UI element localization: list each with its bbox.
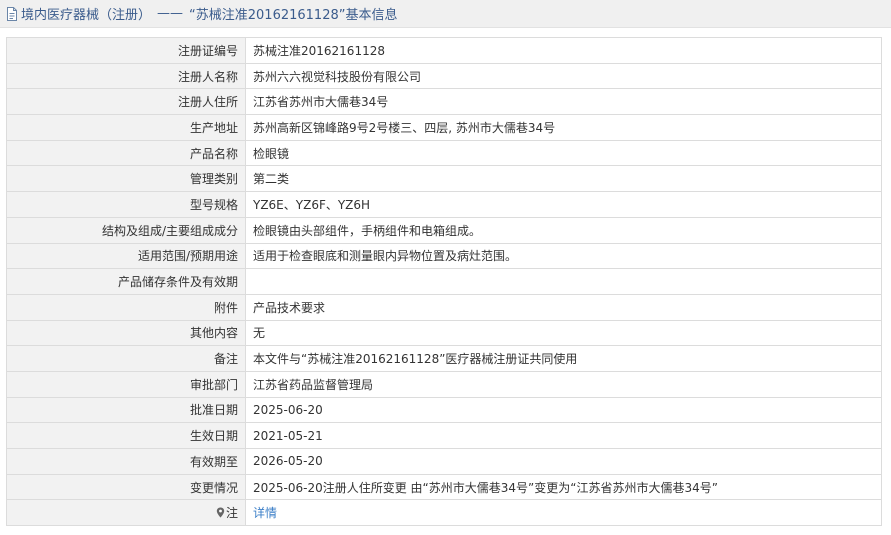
page-header: 境内医疗器械（注册） —— “苏械注准20162161128”基本信息 bbox=[0, 0, 891, 28]
field-value: 本文件与“苏械注准20162161128”医疗器械注册证共同使用 bbox=[245, 345, 882, 372]
table-row: 适用范围/预期用途 适用于检查眼底和测量眼内异物位置及病灶范围。 bbox=[6, 242, 882, 270]
field-label: 管理类别 bbox=[6, 165, 246, 193]
field-label: 审批部门 bbox=[6, 370, 246, 398]
table-row: 变更情况 2025-06-20注册人住所变更 由“苏州市大儒巷34号”变更为“江苏… bbox=[6, 473, 882, 501]
table-row: 管理类别 第二类 bbox=[6, 165, 882, 193]
field-label: 生产地址 bbox=[6, 114, 246, 141]
field-label: 注册证编号 bbox=[6, 37, 246, 64]
field-label: 注册人名称 bbox=[6, 62, 246, 90]
registration-info-table: 注册证编号 苏械注准20162161128 注册人名称 苏州六六视觉科技股份有限公司注… bbox=[6, 37, 882, 527]
field-value: 2021-05-21 bbox=[245, 422, 882, 449]
field-value: 适用于检查眼底和测量眼内异物位置及病灶范围。 bbox=[245, 242, 882, 270]
field-value: 检眼镜 bbox=[245, 139, 882, 167]
field-label: 适用范围/预期用途 bbox=[6, 242, 246, 270]
field-value: 江苏省药品监督管理局 bbox=[245, 370, 882, 398]
table-row: 其他内容无 bbox=[6, 319, 882, 347]
table-row: 产品名称 检眼镜 bbox=[6, 139, 882, 167]
table-row: 注册证编号 苏械注准20162161128 bbox=[6, 37, 882, 64]
field-value: 苏械注准20162161128 bbox=[245, 37, 882, 64]
table-row: 附件 产品技术要求 bbox=[6, 293, 882, 321]
header-title: “苏械注准20162161128”基本信息 bbox=[189, 8, 398, 23]
field-value: 2026-05-20 bbox=[245, 448, 882, 475]
table-row: 注册人住所 江苏省苏州市大儒巷34号 bbox=[6, 88, 882, 116]
field-value: 第二类 bbox=[245, 165, 882, 193]
field-label: 附件 bbox=[6, 293, 246, 321]
field-value: 苏州六六视觉科技股份有限公司 bbox=[245, 62, 882, 90]
field-value: 苏州高新区锦峰路9号2号楼三、四层, 苏州市大儒巷34号 bbox=[245, 114, 882, 141]
table-row: 型号规格 YZ6E、YZ6F、YZ6H bbox=[6, 191, 882, 218]
detail-link[interactable]: 详情 bbox=[253, 506, 277, 520]
table-row: 备注 本文件与“苏械注准20162161128”医疗器械注册证共同使用 bbox=[6, 345, 882, 372]
field-value: 产品技术要求 bbox=[245, 293, 882, 321]
note-value-cell: 详情 bbox=[245, 499, 882, 527]
header-category: 境内医疗器械（注册） bbox=[21, 8, 152, 23]
table-row: 结构及组成/主要组成成分 检眼镜由头部组件，手柄组件和电箱组成。 bbox=[6, 216, 882, 244]
field-label: 结构及组成/主要组成成分 bbox=[6, 216, 246, 244]
table-row: 生产地址 苏州高新区锦峰路9号2号楼三、四层, 苏州市大儒巷34号 bbox=[6, 114, 882, 141]
field-label: 有效期至 bbox=[6, 448, 246, 475]
field-label: 产品储存条件及有效期 bbox=[6, 268, 246, 295]
field-value: 江苏省苏州市大儒巷34号 bbox=[245, 88, 882, 116]
note-label: 注 bbox=[225, 506, 238, 521]
note-label-cell: 注 bbox=[6, 499, 246, 527]
field-value: YZ6E、YZ6F、YZ6H bbox=[245, 191, 882, 218]
field-value: 无 bbox=[245, 319, 882, 347]
field-label: 备注 bbox=[6, 345, 246, 372]
field-label: 注册人住所 bbox=[6, 88, 246, 116]
field-label: 产品名称 bbox=[6, 139, 246, 167]
field-label: 变更情况 bbox=[6, 473, 246, 501]
field-value bbox=[245, 268, 882, 295]
field-value: 2025-06-20 bbox=[245, 396, 882, 424]
table-row: 生效日期 2021-05-21 bbox=[6, 422, 882, 449]
header-separator: —— bbox=[157, 6, 184, 21]
field-label: 批准日期 bbox=[6, 396, 246, 424]
field-label: 型号规格 bbox=[6, 191, 246, 218]
document-icon bbox=[7, 6, 17, 21]
field-value: 检眼镜由头部组件，手柄组件和电箱组成。 bbox=[245, 216, 882, 244]
field-label: 生效日期 bbox=[6, 422, 246, 449]
table-row: 注册人名称 苏州六六视觉科技股份有限公司 bbox=[6, 62, 882, 90]
table-row: 审批部门 江苏省药品监督管理局 bbox=[6, 370, 882, 398]
field-value: 2025-06-20注册人住所变更 由“苏州市大儒巷34号”变更为“江苏省苏州市… bbox=[245, 473, 882, 501]
table-row: 产品储存条件及有效期 bbox=[6, 268, 882, 295]
table-row: 有效期至 2026-05-20 bbox=[6, 448, 882, 475]
table-row: 批准日期 2025-06-20 bbox=[6, 396, 882, 424]
note-row: 注 详情 bbox=[6, 499, 882, 527]
pin-icon bbox=[216, 507, 225, 518]
field-label: 其他内容 bbox=[6, 319, 246, 347]
